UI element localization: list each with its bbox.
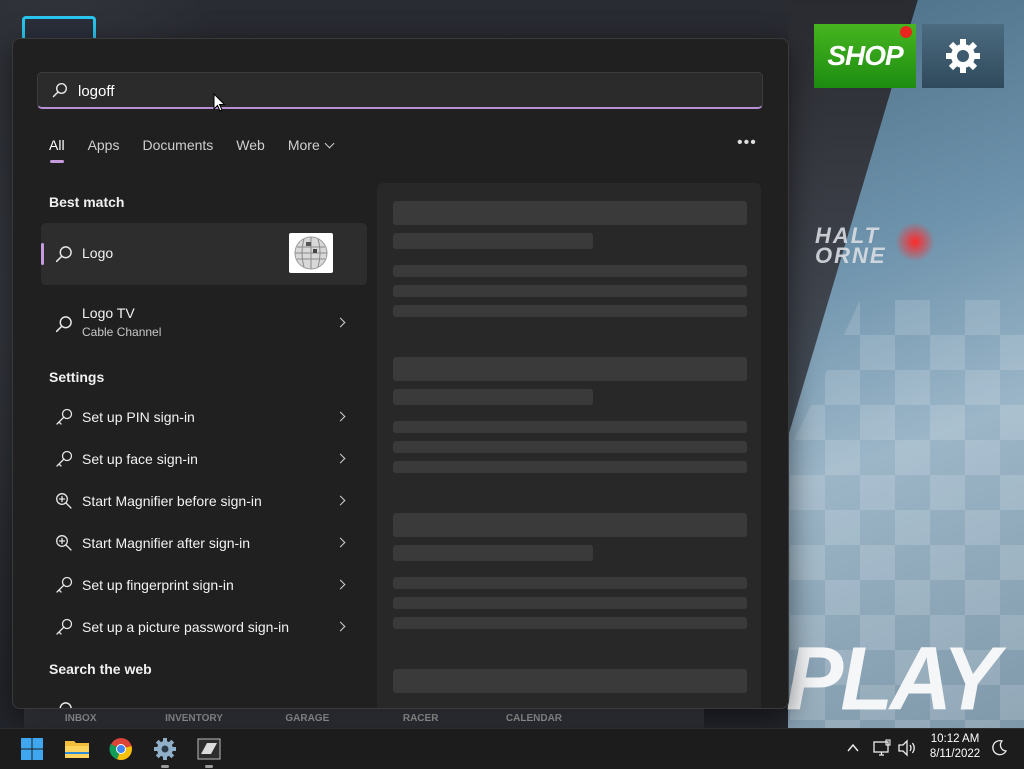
chevron-right-icon	[335, 537, 346, 548]
result-title: Logo TV	[82, 305, 135, 321]
skeleton-bar	[393, 421, 747, 433]
chrome-icon[interactable]	[105, 733, 137, 765]
skeleton-bar	[393, 461, 747, 473]
skeleton-bar	[393, 285, 747, 297]
game-bottom-nav: INBOX INVENTORY GARAGE RACER CALENDAR	[24, 708, 704, 728]
result-subtitle: Cable Channel	[82, 325, 162, 339]
settings-item-face[interactable]: Set up face sign-in	[41, 439, 367, 479]
skeleton-bar	[393, 577, 747, 589]
tab-more[interactable]: More	[287, 137, 335, 161]
search-icon	[55, 316, 72, 333]
chevron-up-icon[interactable]	[846, 741, 860, 759]
ellipsis-icon[interactable]: •••	[737, 134, 757, 152]
shop-button[interactable]: SHOP	[814, 24, 916, 88]
settings-item-pin[interactable]: Set up PIN sign-in	[41, 397, 367, 437]
web-result-item[interactable]	[41, 689, 367, 708]
tab-apps[interactable]: Apps	[88, 137, 120, 161]
play-button[interactable]: PLAY	[786, 632, 1000, 727]
settings-item-picture-password[interactable]: Set up a picture password sign-in	[41, 607, 367, 647]
settings-item-label: Start Magnifier after sign-in	[82, 535, 251, 551]
taskbar: 10:12 AM 8/11/2022	[0, 728, 1024, 769]
skeleton-bar	[393, 441, 747, 453]
nav-garage[interactable]: GARAGE	[251, 708, 364, 728]
chevron-right-icon	[335, 495, 346, 506]
skeleton-bar	[393, 669, 747, 693]
nav-inbox[interactable]: INBOX	[24, 708, 137, 728]
key-icon	[56, 618, 73, 635]
preview-pane-loading	[377, 183, 761, 708]
skeleton-bar	[393, 545, 593, 561]
nav-racer[interactable]: RACER	[364, 708, 477, 728]
tab-web[interactable]: Web	[236, 137, 265, 161]
search-filter-tabs: All Apps Documents Web More	[49, 137, 356, 163]
search-icon	[59, 702, 72, 708]
game-settings-button[interactable]	[922, 24, 1004, 88]
search-icon	[52, 82, 68, 98]
wikipedia-globe-icon	[289, 233, 333, 273]
settings-heading: Settings	[49, 369, 105, 385]
skeleton-bar	[393, 305, 747, 317]
chevron-right-icon	[335, 317, 346, 328]
tab-more-label: More	[287, 137, 320, 153]
search-input[interactable]	[78, 80, 738, 102]
best-match-heading: Best match	[49, 194, 125, 210]
nav-inventory[interactable]: INVENTORY	[137, 708, 250, 728]
notification-dot	[900, 26, 912, 38]
key-icon	[56, 450, 73, 467]
search-icon	[55, 246, 72, 263]
settings-item-magnifier-before[interactable]: Start Magnifier before sign-in	[41, 481, 367, 521]
skeleton-bar	[393, 265, 747, 277]
magnifier-icon	[56, 493, 72, 509]
key-icon	[56, 408, 73, 425]
mouse-cursor-icon	[213, 93, 226, 112]
skeleton-bar	[393, 357, 747, 381]
network-icon[interactable]	[872, 739, 892, 762]
magnifier-icon	[56, 535, 72, 551]
nav-calendar[interactable]: CALENDAR	[477, 708, 590, 728]
settings-item-label: Set up a picture password sign-in	[82, 619, 289, 635]
clock-date: 8/11/2022	[929, 748, 981, 760]
gear-icon	[946, 39, 980, 73]
clock[interactable]: 10:12 AM 8/11/2022	[920, 732, 990, 762]
red-light	[895, 222, 935, 262]
settings-gear-icon[interactable]	[149, 733, 181, 768]
search-box[interactable]	[37, 72, 763, 109]
shop-label: SHOP	[827, 40, 903, 71]
chevron-right-icon	[335, 579, 346, 590]
skeleton-bar	[393, 513, 747, 537]
game-logo-text: HALT ORNE	[815, 223, 887, 268]
tab-all[interactable]: All	[49, 137, 65, 163]
skeleton-bar	[393, 233, 593, 249]
nav-extra[interactable]	[591, 708, 704, 728]
chevron-down-icon	[324, 138, 335, 149]
settings-item-label: Set up face sign-in	[82, 451, 198, 467]
chevron-right-icon	[335, 621, 346, 632]
selection-indicator	[41, 243, 44, 265]
volume-icon[interactable]	[897, 739, 917, 762]
settings-item-magnifier-after[interactable]: Start Magnifier after sign-in	[41, 523, 367, 563]
clock-time: 10:12 AM	[930, 733, 980, 745]
skeleton-bar	[393, 597, 747, 609]
chevron-right-icon	[335, 453, 346, 464]
file-explorer-icon[interactable]	[61, 733, 93, 765]
result-item-logo-tv[interactable]: Logo TV Cable Channel	[41, 293, 367, 349]
best-match-item[interactable]: Logo	[41, 223, 367, 285]
key-icon	[56, 576, 73, 593]
settings-item-label: Start Magnifier before sign-in	[82, 493, 262, 509]
settings-item-label: Set up fingerprint sign-in	[82, 577, 234, 593]
skeleton-bar	[393, 201, 747, 225]
search-web-heading: Search the web	[49, 661, 152, 677]
tab-documents[interactable]: Documents	[142, 137, 213, 161]
chevron-right-icon	[335, 411, 346, 422]
settings-item-fingerprint[interactable]: Set up fingerprint sign-in	[41, 565, 367, 605]
skeleton-bar	[393, 389, 593, 405]
windows-start-icon[interactable]	[16, 733, 48, 765]
skeleton-bar	[393, 617, 747, 629]
best-match-title: Logo	[82, 245, 114, 261]
windows-search-panel: All Apps Documents Web More ••• Best mat…	[12, 38, 789, 709]
settings-item-label: Set up PIN sign-in	[82, 409, 195, 425]
asphalt-game-icon[interactable]	[193, 733, 225, 768]
focus-assist-moon-icon[interactable]	[990, 739, 1008, 762]
